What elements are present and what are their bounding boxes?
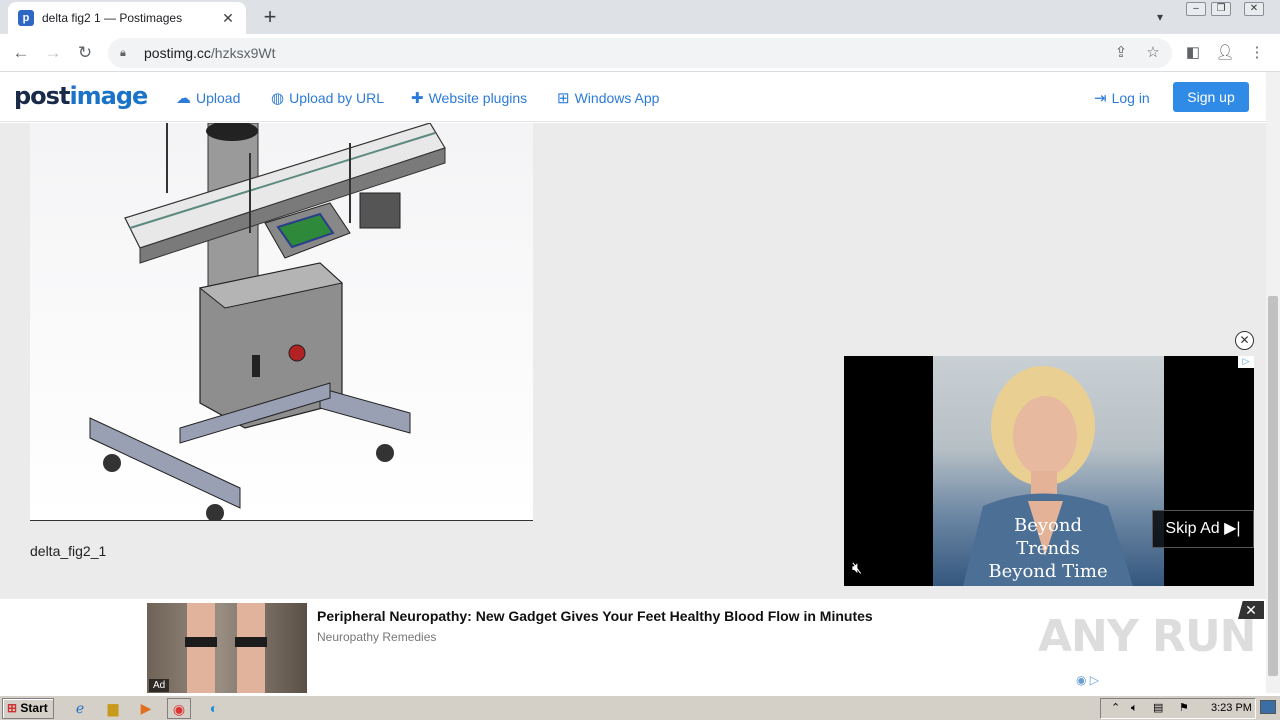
volume-icon[interactable]: 🔈︎ [1131,699,1138,718]
share-icon[interactable]: ⇪ [1110,43,1132,63]
network-icon[interactable]: ▤ [1153,699,1163,718]
bookmark-star-icon[interactable]: ☆ [1142,43,1164,63]
nav-windows-app-link[interactable]: ⊞ Windows App [557,89,659,107]
show-desktop-icon[interactable] [1260,700,1276,714]
internet-explorer-icon[interactable]: ℯ [68,698,92,719]
restore-icon[interactable]: ❐ [1211,2,1231,16]
url-text: postimg.cc/hzksx9Wt [144,45,276,61]
legs-photo-art [185,603,267,693]
cloud-upload-icon: ☁ [176,90,191,107]
forward-arrow-icon[interactable]: → [40,40,66,66]
image-caption: delta_fig2_1 [30,543,107,559]
browser-tab[interactable]: p delta fig2 1 — Postimages ✕ [8,2,246,34]
signup-button[interactable]: Sign up [1173,82,1249,112]
ad-slogan: Beyond Trends Beyond Time [988,515,1108,582]
ad-thumbnail[interactable]: Ad [147,603,307,693]
video-ad-close-icon[interactable]: ✕ [1235,331,1254,350]
nav-upload-link[interactable]: ☁ Upload [176,89,240,107]
postimage-logo[interactable]: postimage [14,82,148,110]
muted-speaker-icon[interactable]: 🔇︎ [852,560,862,578]
menu-kebab-icon[interactable]: ⋮ [1246,43,1268,63]
windows-flag-icon: ⊞ [7,701,18,715]
windows-logo-icon: ⊞ [557,90,570,107]
clock[interactable]: 3:23 PM [1211,699,1252,718]
system-tray: ⌃ 🔈︎ ▤ ⚑ 3:23 PM [1100,698,1256,719]
adchoices-icon[interactable]: ◉ ▷ [1076,673,1099,687]
back-arrow-icon[interactable]: ← [8,40,34,66]
site-header: postimage ☁ Upload ◍ Upload by URL ✚ Websit… [0,72,1266,122]
folder-icon[interactable]: ▆ [101,698,125,719]
lock-icon: 🔒︎ [120,46,126,59]
chrome-icon[interactable]: ◉ [167,698,191,719]
bottom-ad-source: Neuropathy Remedies [317,630,437,644]
nav-website-plugins-link[interactable]: ✚ Website plugins [411,89,527,107]
new-tab-button[interactable]: + [256,4,284,30]
reload-icon[interactable]: ↻ [72,40,98,66]
flag-icon[interactable]: ⚑ [1179,699,1189,718]
nav-upload-by-url-link[interactable]: ◍ Upload by URL [271,89,384,107]
scrollbar-thumb[interactable] [1268,296,1278,676]
skip-ad-button[interactable]: Skip Ad ▶| [1152,510,1254,548]
side-panel-icon[interactable]: ◧ [1182,43,1204,63]
ad-model-photo: Beyond Trends Beyond Time [933,356,1164,586]
minimize-icon[interactable]: – [1186,2,1206,16]
bottom-sticky-ad[interactable]: Ad Peripheral Neuropathy: New Gadget Giv… [0,598,1266,693]
anyrun-watermark: ANY RUN [1038,611,1256,662]
tab-title: delta fig2 1 — Postimages [42,11,183,25]
address-bar[interactable]: 🔒︎ postimg.cc/hzksx9Wt [108,38,1172,68]
sign-in-icon: ⇥ [1094,90,1107,107]
browser-toolbar: ← → ↻ 🔒︎ postimg.cc/hzksx9Wt ⇪ ☆ ◧ 👤︎ ⋮ [0,34,1280,72]
tab-close-icon[interactable]: ✕ [220,10,236,27]
media-player-icon[interactable]: ▶ [134,698,158,719]
profile-avatar-icon[interactable]: 👤︎ [1214,43,1236,63]
bottom-ad-close-icon[interactable]: ✕ [1238,601,1264,619]
video-ad[interactable]: Beyond Trends Beyond Time 🔇︎ Skip Ad ▶| [844,356,1254,586]
uploaded-image[interactable] [30,123,533,521]
tab-strip: p delta fig2 1 — Postimages ✕ + ▾ – ❐ ✕ [0,0,1280,34]
bottom-ad-title[interactable]: Peripheral Neuropathy: New Gadget Gives … [317,608,873,624]
tray-arrow-icon[interactable]: ⌃ [1111,699,1120,718]
edge-icon[interactable]: ◐ [202,698,226,719]
login-link[interactable]: ⇥ Log in [1094,89,1150,107]
postimages-favicon-icon: p [18,10,34,26]
windows-taskbar: ⊞ Start ℯ ▆ ▶ ◉ ◐ ⌃ 🔈︎ ▤ ⚑ 3:23 PM [0,695,1280,720]
ad-label: Ad [149,679,170,692]
puzzle-icon: ✚ [411,90,424,107]
globe-icon: ◍ [271,90,285,107]
window-close-icon[interactable]: ✕ [1244,2,1264,16]
machine-drawing [89,123,446,520]
adchoices-badge-icon[interactable]: ▷ [1238,356,1254,368]
start-button[interactable]: ⊞ Start [2,698,54,719]
tab-search-chevron-icon[interactable]: ▾ [1148,6,1172,28]
